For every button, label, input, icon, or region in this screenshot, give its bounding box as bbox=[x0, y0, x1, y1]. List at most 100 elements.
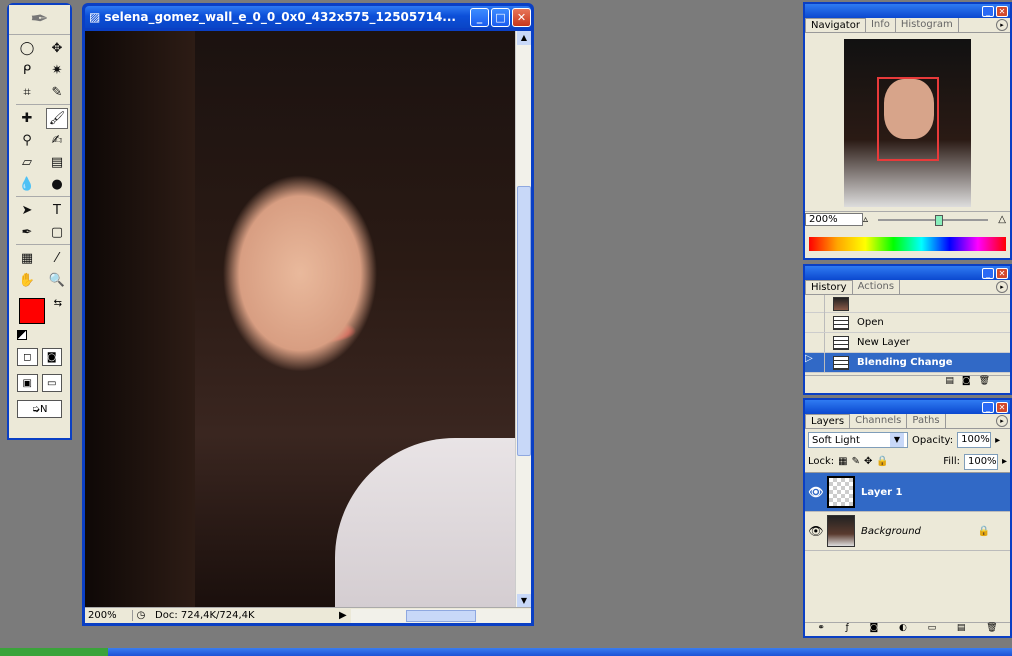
vertical-scrollbar[interactable]: ▲ ▼ bbox=[515, 31, 531, 608]
close-button[interactable]: ✕ bbox=[512, 7, 531, 27]
history-source-checkbox[interactable] bbox=[805, 333, 825, 352]
lock-all-icon[interactable]: 🔒 bbox=[876, 456, 888, 467]
history-source-checkbox[interactable] bbox=[805, 294, 825, 313]
photoshop-feather-icon[interactable]: ✒ bbox=[9, 5, 70, 35]
lock-position-icon[interactable]: ✥ bbox=[864, 456, 872, 467]
tab-layers[interactable]: Layers bbox=[805, 414, 851, 428]
layer-mask-icon[interactable]: ◙ bbox=[870, 623, 879, 636]
standard-mode-icon[interactable]: ◻ bbox=[17, 348, 38, 366]
history-brush-icon[interactable]: ✍ bbox=[46, 130, 68, 151]
trash-icon[interactable]: 🗑 bbox=[986, 623, 997, 636]
slice-icon[interactable]: ✎ bbox=[46, 82, 68, 103]
minimize-button[interactable]: _ bbox=[470, 7, 489, 27]
navigator-zoom-slider[interactable] bbox=[878, 214, 989, 226]
move-icon[interactable]: ✥ bbox=[46, 38, 68, 59]
palette-title-bar[interactable]: _ ✕ bbox=[805, 266, 1010, 280]
document-title-bar[interactable]: ▨ selena_gomez_wall_e_0_0_0x0_432x575_12… bbox=[85, 6, 531, 28]
notes-icon[interactable]: ▦ bbox=[16, 248, 38, 269]
scroll-down-icon[interactable]: ▼ bbox=[517, 594, 531, 608]
quick-mask-icon[interactable]: ◙ bbox=[41, 348, 62, 366]
palette-title-bar[interactable]: _ ✕ bbox=[805, 400, 1010, 414]
tab-navigator[interactable]: Navigator bbox=[805, 18, 866, 32]
foreground-color-swatch[interactable] bbox=[19, 298, 45, 324]
default-colors-icon[interactable] bbox=[17, 330, 27, 340]
maximize-button[interactable]: □ bbox=[491, 7, 510, 27]
eyedropper-icon[interactable]: ⁄ bbox=[46, 248, 68, 269]
image-canvas[interactable] bbox=[85, 31, 515, 608]
eye-icon[interactable]: 👁 bbox=[805, 524, 827, 538]
minimize-button[interactable]: _ bbox=[982, 267, 994, 279]
navigator-view-box[interactable] bbox=[877, 77, 939, 161]
screen-mode-standard-icon[interactable]: ▣ bbox=[17, 374, 38, 392]
brush-icon[interactable]: 🖌 bbox=[46, 108, 68, 129]
minimize-button[interactable]: _ bbox=[982, 5, 994, 17]
healing-icon[interactable]: ✚ bbox=[16, 108, 38, 129]
history-item[interactable]: Open bbox=[805, 313, 1010, 333]
tab-channels[interactable]: Channels bbox=[850, 414, 908, 428]
lock-transparency-icon[interactable]: ▦ bbox=[838, 456, 847, 467]
scroll-up-icon[interactable]: ▲ bbox=[517, 31, 531, 45]
vertical-scroll-thumb[interactable] bbox=[517, 186, 531, 456]
zoom-out-icon[interactable]: ▵ bbox=[863, 214, 868, 225]
lasso-icon[interactable]: ᑭ bbox=[16, 60, 38, 81]
path-select-icon[interactable]: ➤ bbox=[16, 200, 38, 221]
history-source-checkbox[interactable]: ▷ bbox=[805, 353, 825, 372]
close-button[interactable]: ✕ bbox=[996, 401, 1008, 413]
close-button[interactable]: ✕ bbox=[996, 5, 1008, 17]
swap-colors-icon[interactable]: ⇆ bbox=[54, 298, 62, 309]
tab-info[interactable]: Info bbox=[866, 18, 896, 32]
navigator-thumbnail[interactable] bbox=[844, 39, 971, 207]
marquee-icon[interactable]: ◯ bbox=[16, 38, 38, 59]
eraser-icon[interactable]: ▱ bbox=[16, 152, 38, 173]
history-source-checkbox[interactable] bbox=[805, 313, 825, 332]
layer-row-layer-1[interactable]: 👁 Layer 1 bbox=[805, 473, 1010, 512]
minimize-button[interactable]: _ bbox=[982, 401, 994, 413]
type-icon[interactable]: T bbox=[46, 200, 68, 221]
status-arrow-icon[interactable]: ▶ bbox=[339, 610, 351, 621]
shape-icon[interactable]: ▢ bbox=[46, 222, 68, 243]
new-group-icon[interactable]: ▭ bbox=[928, 623, 937, 636]
zoom-icon[interactable]: 🔍 bbox=[46, 270, 68, 291]
magic-wand-icon[interactable]: ✷ bbox=[46, 60, 68, 81]
stamp-icon[interactable]: ⚲ bbox=[16, 130, 38, 151]
palette-menu-icon[interactable]: ▸ bbox=[996, 281, 1008, 293]
color-spectrum-bar[interactable] bbox=[809, 237, 1006, 251]
new-layer-icon[interactable]: ▤ bbox=[957, 623, 966, 636]
fill-arrow-icon[interactable]: ▸ bbox=[1002, 456, 1007, 467]
start-button[interactable] bbox=[0, 648, 108, 656]
history-item[interactable]: New Layer bbox=[805, 333, 1010, 353]
tab-actions[interactable]: Actions bbox=[853, 280, 901, 294]
opacity-arrow-icon[interactable]: ▸ bbox=[995, 435, 1000, 446]
screen-mode-full-menu-icon[interactable]: ▭ bbox=[41, 374, 62, 392]
crop-icon[interactable]: ⌗ bbox=[16, 82, 38, 103]
chevron-down-icon[interactable]: ▼ bbox=[890, 433, 904, 447]
history-snapshot[interactable] bbox=[805, 294, 1010, 313]
tab-histogram[interactable]: Histogram bbox=[896, 18, 959, 32]
horizontal-scroll-thumb[interactable] bbox=[406, 609, 476, 622]
blend-mode-select[interactable]: Soft Light ▼ bbox=[808, 432, 908, 448]
jump-to-imageready-icon[interactable]: ➭N bbox=[17, 400, 62, 418]
new-document-icon[interactable]: ▤ bbox=[945, 376, 954, 389]
lock-image-icon[interactable]: ✎ bbox=[852, 456, 860, 467]
navigator-zoom-field[interactable]: 200% bbox=[805, 213, 863, 226]
zoom-in-icon[interactable]: △ bbox=[998, 214, 1006, 225]
status-menu-icon[interactable]: ◷ bbox=[133, 610, 149, 621]
close-button[interactable]: ✕ bbox=[996, 267, 1008, 279]
hand-icon[interactable]: ✋ bbox=[16, 270, 38, 291]
blur-icon[interactable]: 💧 bbox=[16, 174, 38, 195]
gradient-icon[interactable]: ▤ bbox=[46, 152, 68, 173]
document-zoom[interactable]: 200% bbox=[85, 610, 133, 621]
link-icon[interactable]: ⚭ bbox=[817, 623, 825, 636]
fill-field[interactable]: 100% bbox=[963, 453, 998, 470]
palette-title-bar[interactable]: _ ✕ bbox=[805, 4, 1010, 18]
history-item-selected[interactable]: ▷ Blending Change bbox=[805, 353, 1010, 373]
trash-icon[interactable]: 🗑 bbox=[979, 376, 990, 389]
horizontal-scrollbar[interactable] bbox=[351, 608, 531, 623]
adjustment-layer-icon[interactable]: ◐ bbox=[899, 623, 907, 636]
opacity-field[interactable]: 100% bbox=[957, 432, 992, 448]
layer-style-icon[interactable]: ƒ bbox=[846, 623, 849, 636]
palette-menu-icon[interactable]: ▸ bbox=[996, 415, 1008, 427]
layer-row-background[interactable]: 👁 Background 🔒 bbox=[805, 512, 1010, 551]
snapshot-icon[interactable]: ◙ bbox=[962, 376, 971, 389]
pen-icon[interactable]: ✒ bbox=[16, 222, 38, 243]
